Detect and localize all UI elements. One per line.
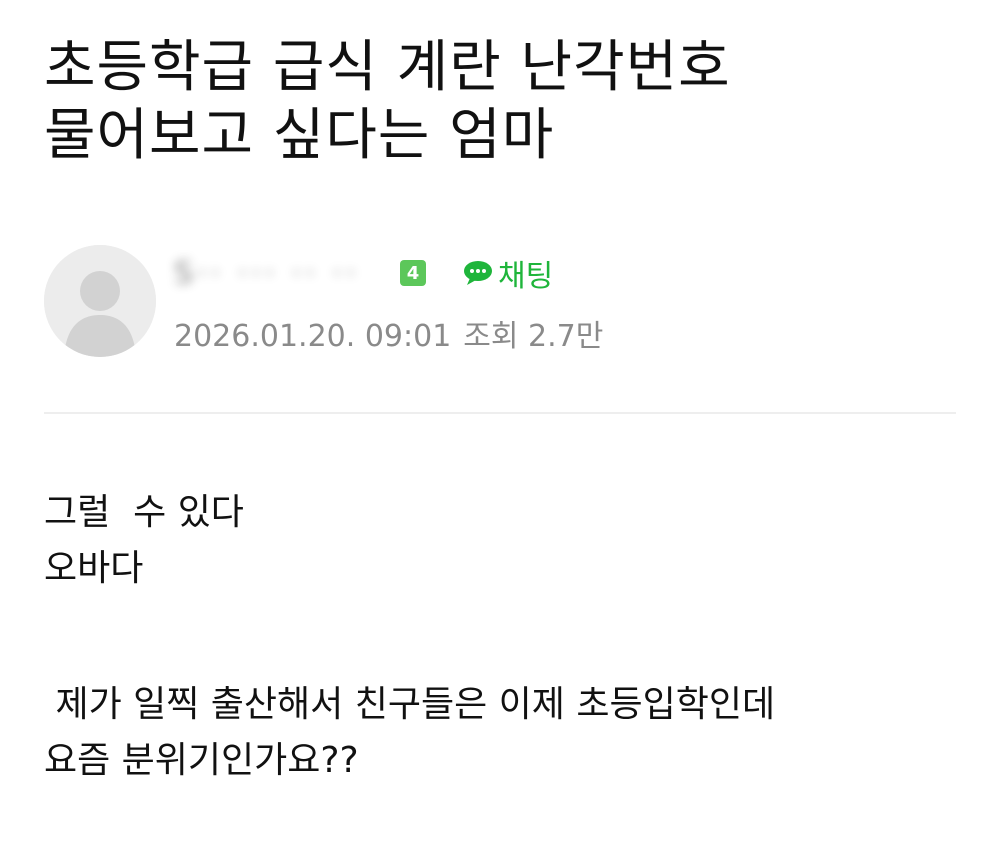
avatar[interactable]	[44, 245, 156, 357]
post-title-line-2: 물어보고 싶다는 엄마	[44, 103, 555, 168]
post-title: 초등학급 급식 계란 난각번호 물어보고 싶다는 엄마	[44, 34, 944, 170]
post-page: 초등학급 급식 계란 난각번호 물어보고 싶다는 엄마 S·· ··· ·· ·…	[0, 0, 1000, 847]
author-info: S·· ··· ·· ·· 4 채팅 2026.01.20. 09:01 조회 2…	[44, 245, 954, 357]
body-line: 제가 일찍 출산해서 친구들은 이제 초등입학인데	[44, 684, 776, 725]
post-meta: 2026.01.20. 09:01 조회 2.7만	[174, 311, 603, 355]
post-body: 그럴 수 있다 오바다 제가 일찍 출산해서 친구들은 이제 초등입학인데 요즘…	[44, 485, 964, 789]
chat-button[interactable]: 채팅	[462, 251, 553, 295]
author-nickname[interactable]: S·· ··· ·· ··	[174, 256, 394, 291]
body-line: 요즘 분위기인가요??	[44, 740, 359, 781]
body-line: 오바다	[44, 548, 144, 589]
divider	[44, 412, 956, 414]
chat-bubble-icon	[464, 261, 492, 285]
body-line: 그럴 수 있다	[44, 492, 244, 533]
post-date: 2026.01.20. 09:01	[174, 319, 452, 354]
level-badge: 4	[400, 260, 426, 286]
view-count: 조회 2.7만	[463, 319, 604, 354]
post-title-line-1: 초등학급 급식 계란 난각번호	[44, 35, 731, 100]
author-line: S·· ··· ·· ·· 4 채팅	[174, 251, 553, 295]
chat-label: 채팅	[498, 259, 554, 294]
default-avatar-icon	[44, 245, 156, 357]
